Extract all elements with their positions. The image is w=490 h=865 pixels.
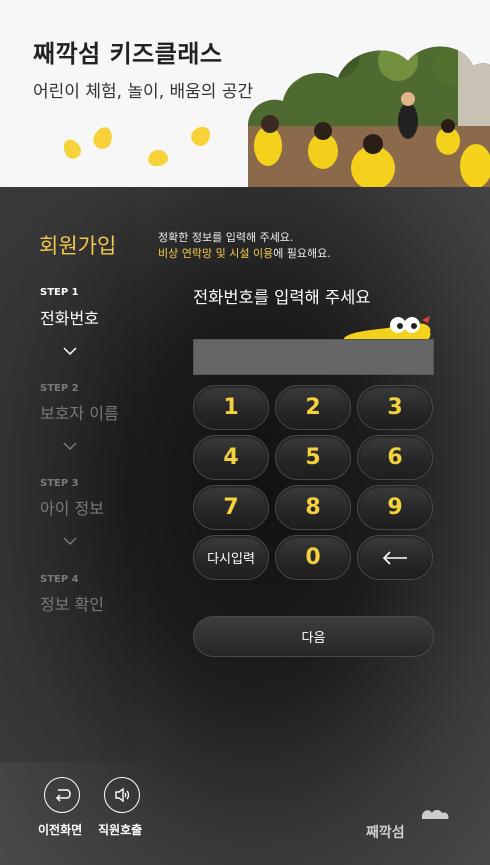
page-subtitle: 어린이 체험, 놀이, 배움의 공간 [33,82,254,102]
notice-rest: 에 필요해요. [273,247,331,260]
chevron-down-icon [63,442,77,451]
return-icon [55,789,71,802]
backspace-button[interactable] [357,535,433,580]
chevron-down-icon [63,347,77,356]
step-1-number: STEP 1 [40,287,79,298]
notice-highlight: 비상 연락망 및 시설 이용 [158,247,274,260]
reset-button[interactable]: 다시입력 [193,535,269,580]
key-1[interactable]: 1 [193,385,269,430]
petal-decoration [90,124,116,152]
svg-text:째깍섬: 째깍섬 [366,824,405,841]
phone-input[interactable] [193,339,434,375]
back-label: 이전화면 [38,823,83,837]
petal-decoration [187,122,215,150]
arrow-left-icon [382,550,407,565]
phone-prompt: 전화번호를 입력해 주세요 [193,288,371,307]
notice-line-2: 비상 연락망 및 시설 이용에 필요해요. [158,245,331,261]
step-3-number: STEP 3 [40,478,79,489]
key-7[interactable]: 7 [193,485,269,530]
header-banner: 째깍섬 키즈클래스 어린이 체험, 놀이, 배움의 공간 [0,0,490,187]
step-2-number: STEP 2 [40,383,79,394]
petal-decoration [146,148,170,168]
step-4-number: STEP 4 [40,574,79,585]
key-3[interactable]: 3 [357,385,433,430]
step-4-label: 정보 확인 [40,595,104,614]
notice-line-1: 정확한 정보를 입력해 주세요. [158,231,294,244]
call-staff-label: 직원호출 [98,823,143,837]
step-1-label: 전화번호 [40,309,99,328]
back-button[interactable] [44,777,80,813]
key-9[interactable]: 9 [357,485,433,530]
kids-class-photo [248,36,490,187]
key-6[interactable]: 6 [357,435,433,480]
key-8[interactable]: 8 [275,485,351,530]
chevron-down-icon [63,537,77,546]
key-4[interactable]: 4 [193,435,269,480]
speaker-icon [115,787,130,803]
key-5[interactable]: 5 [275,435,351,480]
step-2-label: 보호자 이름 [40,404,119,423]
zzaekkakseom-logo: 째깍섬 [366,810,449,841]
next-button[interactable]: 다음 [193,616,434,657]
step-sidebar [0,187,138,762]
signup-title: 회원가입 [39,234,117,258]
key-0[interactable]: 0 [275,535,351,580]
call-staff-button[interactable] [104,777,140,813]
key-2[interactable]: 2 [275,385,351,430]
page-title: 째깍섬 키즈클래스 [33,40,223,68]
signup-panel: 회원가입 정확한 정보를 입력해 주세요. 비상 연락망 및 시설 이용에 필요… [0,187,490,865]
step-3-label: 아이 정보 [40,499,104,518]
petal-decoration [60,136,84,162]
